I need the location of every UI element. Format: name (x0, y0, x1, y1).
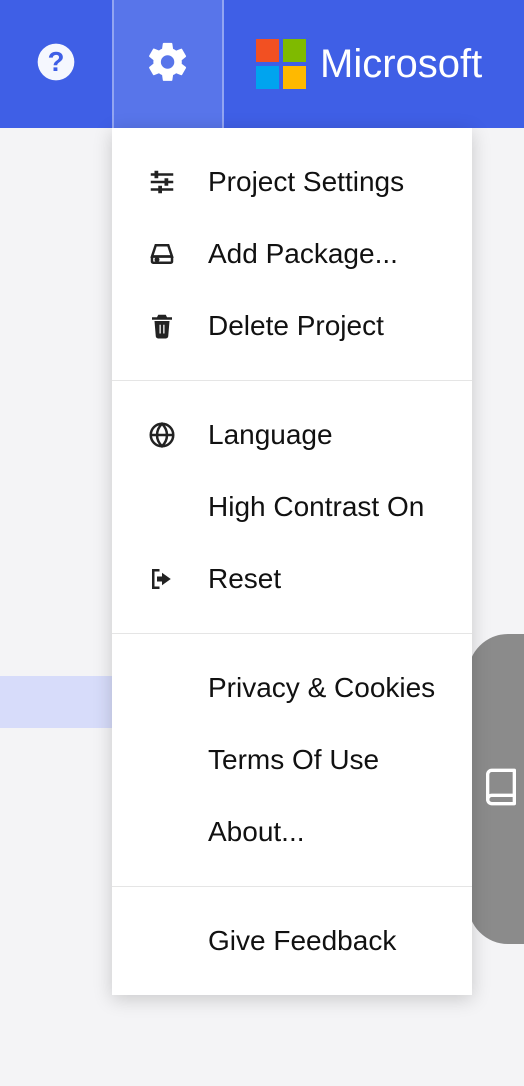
globe-icon (146, 419, 178, 451)
microsoft-logo-icon (256, 39, 306, 89)
sliders-icon (146, 166, 178, 198)
side-tab-docs[interactable] (468, 634, 524, 944)
trash-icon (146, 310, 178, 342)
menu-section-feedback: Give Feedback (112, 887, 472, 995)
menu-item-high-contrast[interactable]: High Contrast On (112, 471, 472, 543)
sign-out-icon (146, 563, 178, 595)
brand[interactable]: Microsoft (224, 0, 482, 128)
menu-item-delete-project[interactable]: Delete Project (112, 290, 472, 362)
gear-icon (145, 39, 191, 90)
menu-item-reset[interactable]: Reset (112, 543, 472, 615)
menu-item-label: Project Settings (208, 166, 404, 198)
settings-button[interactable] (112, 0, 224, 128)
brand-name: Microsoft (320, 42, 482, 87)
menu-item-project-settings[interactable]: Project Settings (112, 146, 472, 218)
menu-item-feedback[interactable]: Give Feedback (112, 905, 472, 977)
menu-item-label: About... (208, 816, 305, 848)
svg-text:?: ? (48, 46, 65, 77)
menu-item-label: Give Feedback (208, 925, 396, 957)
menu-item-label: Reset (208, 563, 281, 595)
book-icon (481, 767, 521, 812)
menu-item-label: Terms Of Use (208, 744, 379, 776)
menu-section-prefs: Language High Contrast On Reset (112, 381, 472, 634)
help-icon: ? (34, 40, 78, 89)
menu-item-add-package[interactable]: Add Package... (112, 218, 472, 290)
settings-dropdown: Project Settings Add Package... Delete P… (112, 128, 472, 995)
menu-item-label: Language (208, 419, 333, 451)
menu-item-about[interactable]: About... (112, 796, 472, 868)
top-bar: ? Microsoft (0, 0, 524, 128)
menu-item-language[interactable]: Language (112, 399, 472, 471)
menu-item-label: Delete Project (208, 310, 384, 342)
menu-item-terms[interactable]: Terms Of Use (112, 724, 472, 796)
menu-item-label: Privacy & Cookies (208, 672, 435, 704)
menu-item-label: High Contrast On (208, 491, 424, 523)
menu-item-label: Add Package... (208, 238, 398, 270)
help-button[interactable]: ? (0, 0, 112, 128)
menu-item-privacy[interactable]: Privacy & Cookies (112, 652, 472, 724)
menu-section-legal: Privacy & Cookies Terms Of Use About... (112, 634, 472, 887)
drive-icon (146, 238, 178, 270)
menu-section-project: Project Settings Add Package... Delete P… (112, 128, 472, 381)
